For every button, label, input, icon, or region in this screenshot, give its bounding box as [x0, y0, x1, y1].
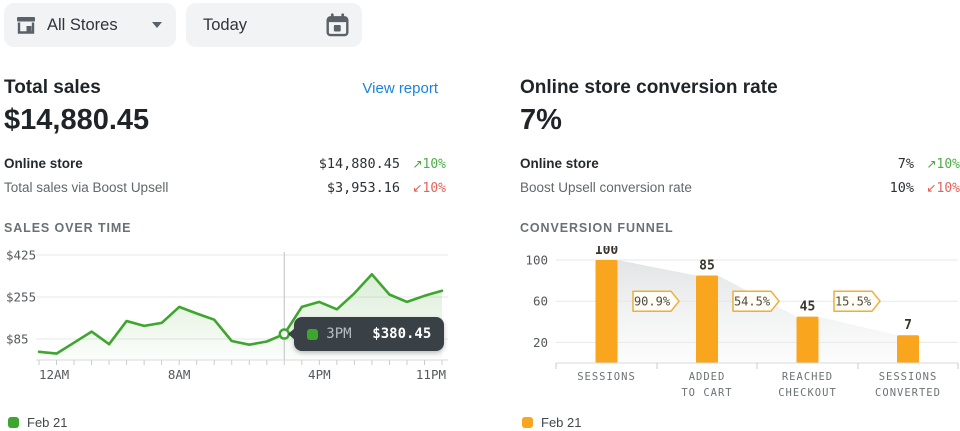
metric-label: Boost Upsell conversion rate: [520, 180, 890, 195]
conversion-rate-value: 7%: [520, 104, 562, 137]
metric-value: $14,880.45: [319, 156, 400, 172]
step-percentage-label: 90.9%: [634, 295, 671, 309]
metric-row-online-store-rate: Online store 7% ↗10%: [520, 156, 960, 172]
y-axis-label: $85: [6, 331, 29, 346]
metric-value: $3,953.16: [327, 180, 400, 196]
metric-value: 7%: [898, 156, 914, 172]
total-sales-title: Total sales: [4, 77, 101, 99]
trend-down-icon: ↙: [412, 181, 422, 195]
legend-swatch-orange: [522, 417, 533, 428]
x-axis-label: 4PM: [308, 367, 331, 382]
funnel-bar[interactable]: [897, 335, 919, 363]
total-sales-panel: Total sales View report $14,880.45 Onlin…: [4, 0, 446, 431]
metric-delta: ↗10%: [400, 157, 446, 172]
x-axis-label: 8AM: [168, 367, 191, 382]
metric-row-boost-upsell-sales: Total sales via Boost Upsell $3,953.16 ↙…: [4, 180, 446, 196]
metric-delta: ↙10%: [400, 181, 446, 196]
metric-label: Online store: [520, 156, 898, 171]
step-percentage-label: 15.5%: [835, 295, 872, 309]
legend-label: Feb 21: [541, 415, 581, 430]
sales-over-time-heading: SALES OVER TIME: [4, 221, 131, 235]
y-axis-label: $425: [6, 247, 36, 262]
metric-delta: ↙10%: [914, 181, 960, 196]
trend-up-icon: ↗: [412, 157, 422, 171]
category-label: CONVERTED: [875, 387, 941, 399]
step-percentage-label: 54.5%: [734, 295, 771, 309]
funnel-bar[interactable]: [797, 317, 819, 363]
trend-up-icon: ↗: [926, 157, 936, 171]
funnel-legend: Feb 21: [522, 415, 581, 430]
trend-down-icon: ↙: [926, 181, 936, 195]
bar-value-label: 100: [595, 246, 619, 258]
sales-legend: Feb 21: [8, 415, 67, 430]
conversion-rate-title: Online store conversion rate: [520, 77, 778, 99]
legend-swatch-green: [8, 417, 19, 428]
metric-value: 10%: [890, 180, 914, 196]
metric-row-boost-upsell-rate: Boost Upsell conversion rate 10% ↙10%: [520, 180, 960, 196]
funnel-bar-chart-svg[interactable]: 100 60 20 100 85 45 7 90.9% 54.5% 15.5% SESSIONS AD…: [516, 246, 960, 416]
view-report-link[interactable]: View report: [362, 80, 438, 97]
conversion-funnel-chart[interactable]: 100 60 20 100 85 45 7 90.9% 54.5% 15.5% SESSIONS AD…: [516, 246, 960, 416]
total-sales-value: $14,880.45: [4, 104, 149, 137]
y-axis-label: 100: [525, 253, 548, 268]
metric-label: Total sales via Boost Upsell: [4, 180, 327, 195]
bar-value-label: 7: [904, 318, 912, 333]
conversion-funnel-heading: CONVERSION FUNNEL: [520, 221, 674, 235]
x-axis-label: 11PM: [416, 367, 446, 382]
category-label: REACHED: [782, 371, 833, 383]
category-label: TO CART: [681, 387, 732, 399]
sales-over-time-chart[interactable]: $425 $255 $85 12AM 8AM 4PM 11PM 3PM $380.45: [4, 246, 454, 416]
y-axis-label: 20: [533, 335, 548, 350]
metric-row-online-store-sales: Online store $14,880.45 ↗10%: [4, 156, 446, 172]
bar-value-label: 45: [800, 300, 816, 315]
chart-tooltip: 3PM $380.45: [294, 317, 444, 351]
tooltip-value: $380.45: [372, 326, 431, 342]
x-axis-label: 12AM: [39, 367, 69, 382]
bar-value-label: 85: [699, 258, 715, 273]
category-label: SESSIONS: [577, 371, 636, 383]
legend-label: Feb 21: [27, 415, 67, 430]
metric-delta: ↗10%: [914, 157, 960, 172]
funnel-bar[interactable]: [696, 275, 718, 363]
category-label: CHECKOUT: [778, 387, 837, 399]
category-label: ADDED: [689, 371, 726, 383]
y-axis-label: $255: [6, 289, 36, 304]
y-axis-label: 60: [533, 294, 548, 309]
metric-label: Online store: [4, 156, 319, 171]
conversion-rate-panel: Online store conversion rate 7% Online s…: [520, 0, 960, 431]
tooltip-time-label: 3PM: [326, 326, 351, 342]
tooltip-series-swatch: [307, 329, 318, 340]
category-label: SESSIONS: [879, 371, 938, 383]
funnel-bar[interactable]: [596, 260, 618, 363]
